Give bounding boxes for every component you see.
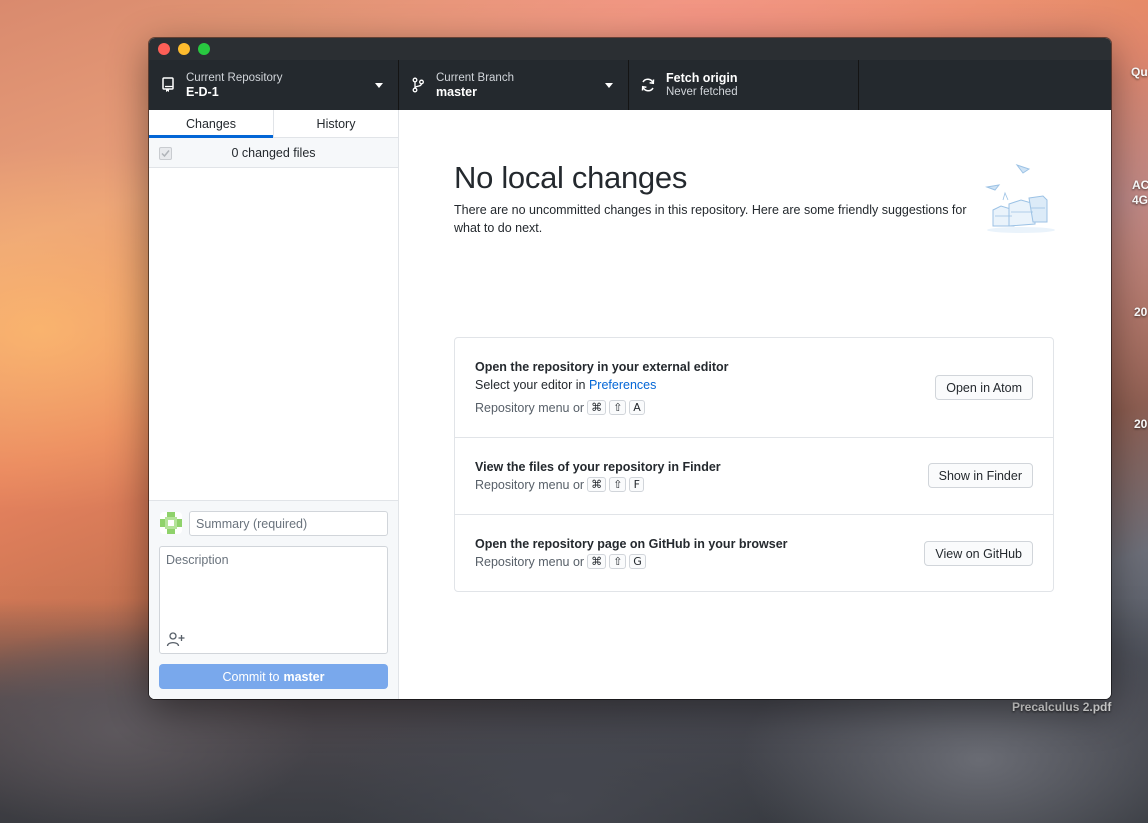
suggestion-shortcut-hint: Repository menu or ⌘ ⇧ A: [475, 400, 645, 415]
shortcut-key: G: [629, 554, 646, 569]
suggestion-title: Open the repository in your external edi…: [475, 360, 729, 374]
commit-panel: Commit to master: [149, 500, 398, 699]
suggestion-title: Open the repository page on GitHub in yo…: [475, 537, 788, 551]
maximize-window-button[interactable]: [198, 43, 210, 55]
check-icon: [161, 150, 170, 158]
current-repository-dropdown[interactable]: Current Repository E-D-1: [149, 60, 399, 110]
shortcut-hint-text: Repository menu or: [475, 477, 585, 492]
shift-key-icon: ⇧: [609, 400, 627, 415]
page-title: No local changes: [454, 160, 688, 195]
tab-history[interactable]: History: [273, 110, 398, 137]
tab-changes[interactable]: Changes: [149, 110, 273, 138]
shortcut-key: F: [629, 477, 645, 492]
chevron-down-icon: [375, 83, 383, 88]
repo-icon: [160, 76, 176, 94]
open-in-atom-button[interactable]: Open in Atom: [935, 375, 1033, 400]
shift-key-icon: ⇧: [609, 554, 627, 569]
suggestion-shortcut-hint: Repository menu or ⌘ ⇧ G: [475, 554, 646, 569]
commit-button-branch: master: [283, 669, 325, 684]
suggestion-view-on-github: Open the repository page on GitHub in yo…: [455, 515, 1053, 591]
changed-files-header: 0 changed files: [149, 138, 398, 168]
sync-icon: [640, 76, 656, 94]
current-branch-caption: Current Branch: [436, 72, 514, 84]
suggestions-card: Open the repository in your external edi…: [454, 337, 1054, 592]
fetch-origin-label: Fetch origin: [666, 71, 738, 85]
shortcut-hint-text: Repository menu or: [475, 554, 585, 569]
select-all-checkbox[interactable]: [159, 147, 172, 160]
shift-key-icon: ⇧: [609, 477, 627, 492]
shortcut-key: A: [629, 400, 645, 415]
suggestion-show-in-finder: View the files of your repository in Fin…: [455, 438, 1053, 515]
shortcut-hint-text: Repository menu or: [475, 400, 585, 415]
empty-state-illustration: [979, 160, 1059, 240]
fetch-status: Never fetched: [666, 86, 738, 98]
current-repository-caption: Current Repository: [186, 72, 283, 84]
sidebar-tabs: Changes History: [149, 110, 398, 138]
suggestion-shortcut-hint: Repository menu or ⌘ ⇧ F: [475, 477, 645, 492]
suggestion-subtitle: Select your editor in Preferences: [475, 378, 656, 392]
fetch-origin-button[interactable]: Fetch origin Never fetched: [629, 60, 859, 110]
commit-button-prefix: Commit to: [222, 669, 280, 684]
current-branch-name: master: [436, 85, 477, 99]
current-branch-dropdown[interactable]: Current Branch master: [399, 60, 629, 110]
github-desktop-window: Current Repository E-D-1 Current Branch …: [149, 38, 1111, 699]
minimize-window-button[interactable]: [178, 43, 190, 55]
suggestion-subtitle-prefix: Select your editor in: [475, 378, 586, 392]
desktop-label: 20: [1134, 305, 1148, 319]
sidebar: Changes History 0 changed files Summary …: [149, 110, 399, 699]
changed-files-count: 0 changed files: [231, 145, 316, 160]
commit-description-box: [159, 546, 388, 654]
command-key-icon: ⌘: [587, 400, 607, 415]
desktop-label: 20: [1134, 417, 1148, 431]
title-bar[interactable]: [149, 38, 1111, 60]
close-window-button[interactable]: [158, 43, 170, 55]
avatar: [160, 512, 182, 534]
commit-description-input[interactable]: [160, 547, 387, 627]
desktop-label: AC: [1132, 178, 1148, 192]
suggestion-open-editor: Open the repository in your external edi…: [455, 338, 1053, 438]
command-key-icon: ⌘: [587, 477, 607, 492]
current-repository-name: E-D-1: [186, 85, 219, 99]
show-in-finder-button[interactable]: Show in Finder: [927, 463, 1033, 488]
desktop-file-label[interactable]: Precalculus 2.pdf: [1012, 700, 1111, 714]
add-coauthor-icon[interactable]: [166, 631, 186, 647]
main-panel: No local changes There are no uncommitte…: [399, 110, 1111, 699]
command-key-icon: ⌘: [587, 554, 607, 569]
view-on-github-button[interactable]: View on GitHub: [924, 541, 1033, 566]
branch-icon: [410, 76, 426, 94]
page-description: There are no uncommitted changes in this…: [454, 203, 967, 235]
desktop-label: 4G: [1132, 193, 1148, 207]
suggestion-title: View the files of your repository in Fin…: [475, 460, 721, 474]
chevron-down-icon: [605, 83, 613, 88]
preferences-link[interactable]: Preferences: [589, 378, 656, 392]
commit-summary-input[interactable]: [189, 511, 388, 536]
commit-button[interactable]: Commit to master: [159, 664, 388, 689]
desktop-label: Qu: [1131, 65, 1148, 79]
toolbar: Current Repository E-D-1 Current Branch …: [149, 60, 1111, 110]
